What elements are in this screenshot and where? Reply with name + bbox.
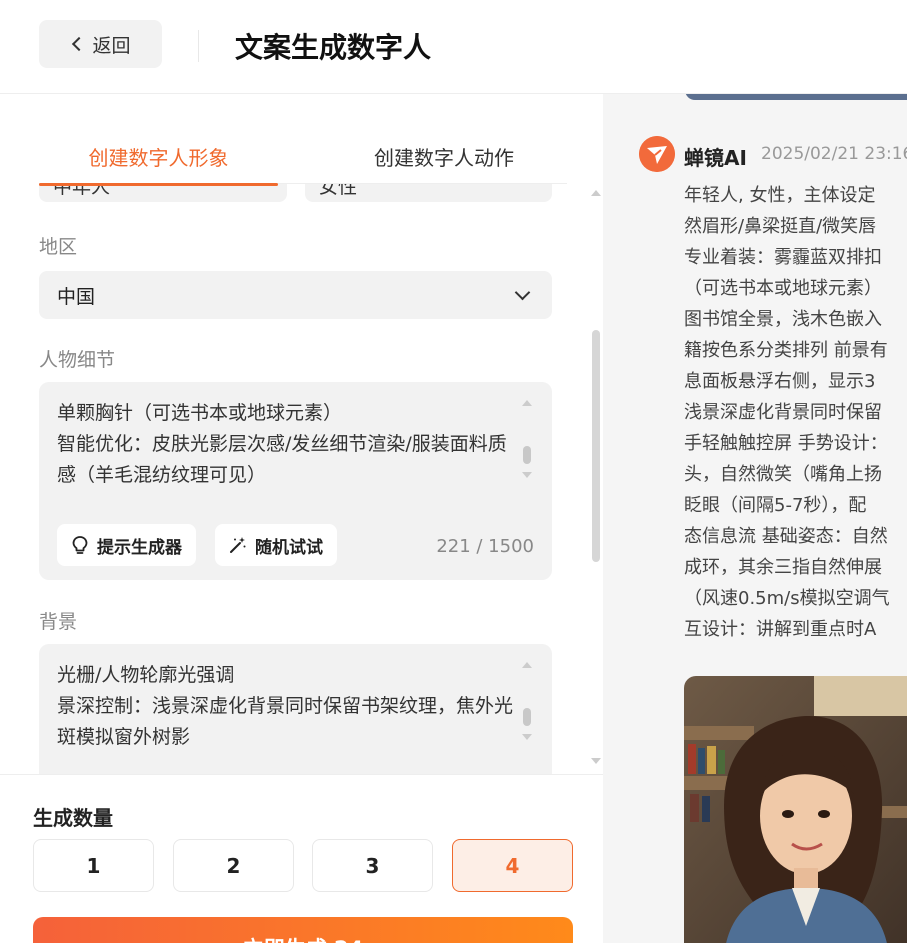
prompt-line: 然眉形/鼻梁挺直/微笑唇 <box>684 216 877 237</box>
random-try-label: 随机试试 <box>255 537 323 558</box>
prompt-line: 头，自然微笑（嘴角上扬 <box>684 464 882 485</box>
scroll-down-icon <box>522 734 532 740</box>
character-details-text: 单颗胸针（可选书本或地球元素） 智能优化：皮肤光影层次感/发丝细节渲染/服装面料… <box>57 402 507 486</box>
form-scrollbar[interactable] <box>588 94 602 774</box>
character-details-textarea[interactable]: 单颗胸针（可选书本或地球元素） 智能优化：皮肤光影层次感/发丝细节渲染/服装面料… <box>39 382 552 580</box>
generated-avatar-image[interactable] <box>684 676 907 943</box>
prompt-line: 籍按色系分类排列 前景有 <box>684 340 888 361</box>
back-button[interactable]: 返回 <box>39 20 162 68</box>
prompt-line: 年轻人, 女性，主体设定 <box>684 185 876 206</box>
page-title: 文案生成数字人 <box>235 31 432 64</box>
prompt-line: 眨眼（间隔5-7秒），配 <box>684 495 867 516</box>
random-try-button[interactable]: 随机试试 <box>215 524 337 566</box>
generation-footer: 生成数量 1 2 3 4 立即生成 24 <box>0 774 603 943</box>
back-button-label: 返回 <box>92 34 131 57</box>
character-details-label: 人物细节 <box>39 349 116 371</box>
previous-result-image[interactable] <box>685 94 907 100</box>
prompt-line: 成环，其余三指自然伸展 <box>684 557 882 578</box>
prompt-line: 态信息流 基础姿态：自然 <box>684 526 888 547</box>
quantity-option-1[interactable]: 1 <box>33 839 154 892</box>
quantity-option-2[interactable]: 2 <box>173 839 294 892</box>
character-count: 221 / 1500 <box>436 536 534 557</box>
prompt-line: （可选书本或地球元素） <box>684 278 882 299</box>
prompt-line: 手轻触触控屏 手势设计： <box>684 433 888 454</box>
scroll-down-icon <box>591 758 601 764</box>
scroll-up-icon <box>522 662 532 668</box>
region-select[interactable]: 中国 <box>39 271 552 319</box>
ai-name: 蝉镜AI <box>684 146 747 170</box>
prompt-line: 息面板悬浮右侧，显示3 <box>684 371 876 392</box>
generate-button[interactable]: 立即生成 24 <box>33 917 573 943</box>
tab-bar: 创建数字人形象 创建数字人动作 <box>39 134 567 186</box>
top-header: 返回 文案生成数字人 <box>0 0 907 94</box>
prompt-line: （风速0.5m/s模拟空调气 <box>684 588 890 609</box>
background-text: 光栅/人物轮廓光强调 景深控制：浅景深虚化背景同时保留书架纹理，焦外光斑模拟窗外… <box>57 664 514 748</box>
region-value: 中国 <box>57 285 96 308</box>
scroll-up-icon <box>522 400 532 406</box>
background-label: 背景 <box>39 611 78 633</box>
prompt-line: 专业着装：雾霾蓝双排扣 <box>684 247 882 268</box>
hint-generator-label: 提示生成器 <box>97 537 182 558</box>
prompt-line: 互设计：讲解到重点时A <box>684 619 877 640</box>
tab-create-avatar[interactable]: 创建数字人形象 <box>39 142 278 186</box>
prompt-message: 年轻人, 女性，主体设定 然眉形/鼻梁挺直/微笑唇 专业着装：雾霾蓝双排扣 （可… <box>684 180 907 645</box>
background-textarea-scrollbar[interactable] <box>522 662 532 742</box>
header-divider <box>198 30 199 62</box>
prompt-line: 图书馆全景，浅木色嵌入 <box>684 309 882 330</box>
quantity-option-3[interactable]: 3 <box>312 839 433 892</box>
prompt-line: 浅景深虚化背景同时保留 <box>684 402 882 423</box>
quantity-label: 生成数量 <box>33 806 113 830</box>
scroll-thumb[interactable] <box>523 446 531 464</box>
tab-create-motion[interactable]: 创建数字人动作 <box>309 142 579 184</box>
message-timestamp: 2025/02/21 23:16 <box>761 144 907 164</box>
lightbulb-icon <box>72 536 88 554</box>
form-scroll-thumb[interactable] <box>592 330 600 562</box>
magic-wand-icon <box>230 537 246 553</box>
hint-generator-button[interactable]: 提示生成器 <box>57 524 196 566</box>
chevron-down-icon <box>514 284 531 300</box>
scroll-up-icon <box>591 190 601 196</box>
quantity-option-4[interactable]: 4 <box>452 839 573 892</box>
chevron-left-icon <box>72 36 87 52</box>
scroll-down-icon <box>522 472 532 478</box>
region-label: 地区 <box>39 236 78 258</box>
chat-panel: 蝉镜AI 2025/02/21 23:16 年轻人, 女性，主体设定 然眉形/鼻… <box>603 94 907 943</box>
scroll-thumb[interactable] <box>523 708 531 726</box>
chanjing-logo-icon <box>639 136 675 172</box>
textarea-scrollbar[interactable] <box>522 400 532 480</box>
